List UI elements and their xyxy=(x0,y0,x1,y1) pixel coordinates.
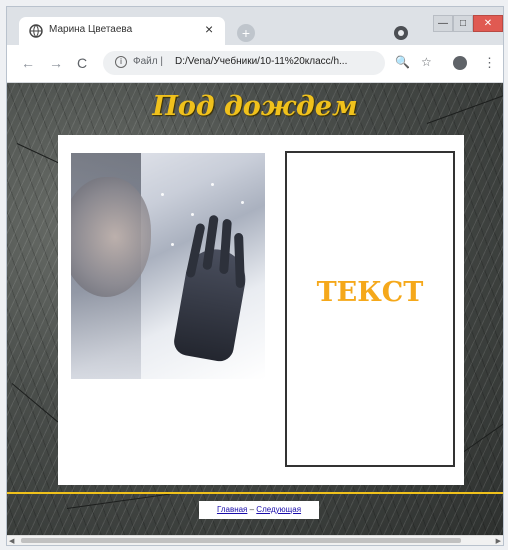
rain-drop xyxy=(211,183,214,186)
close-window-button[interactable]: ✕ xyxy=(473,15,503,32)
tab-title: Марина Цветаева xyxy=(49,24,133,35)
nav-separator: – xyxy=(247,505,257,514)
page-navigation: Главная – Следующая xyxy=(199,501,319,519)
scroll-left-icon[interactable]: ◀ xyxy=(9,537,14,545)
globe-icon xyxy=(29,24,43,38)
zoom-icon[interactable]: 🔍 xyxy=(395,55,410,69)
back-icon[interactable]: ← xyxy=(21,55,35,71)
forward-icon[interactable]: → xyxy=(49,55,63,71)
close-tab-icon[interactable]: × xyxy=(205,21,213,37)
background-crack xyxy=(66,492,176,509)
rain-drop xyxy=(191,213,194,216)
info-icon[interactable]: i xyxy=(115,56,127,68)
horizontal-scrollbar[interactable]: ◀ ▶ xyxy=(7,535,503,545)
extension-icon[interactable] xyxy=(394,26,408,40)
url-text[interactable]: D:/Vena/Учебники/10-11%20класс/h... xyxy=(175,56,375,67)
scrollbar-thumb[interactable] xyxy=(21,538,461,543)
address-bar[interactable]: i Файл | D:/Vena/Учебники/10-11%20класс/… xyxy=(103,51,385,75)
home-link[interactable]: Главная xyxy=(217,505,247,514)
rain-drop xyxy=(161,193,164,196)
rain-photo xyxy=(71,153,265,379)
url-scheme-label: Файл | xyxy=(133,56,163,67)
rain-drop xyxy=(171,243,174,246)
reload-icon[interactable]: C xyxy=(77,55,87,71)
content-panel: ТЕКСТ xyxy=(58,135,464,485)
text-panel: ТЕКСТ xyxy=(285,151,455,467)
page-viewport: Под дождем ТЕКСТ Главная – Следующая xyxy=(7,83,503,535)
background-crack xyxy=(11,383,59,423)
scroll-right-icon[interactable]: ▶ xyxy=(496,537,501,545)
browser-window: Марина Цветаева × + — □ ✕ ← → C i Файл |… xyxy=(0,0,508,550)
maximize-button[interactable]: □ xyxy=(453,15,473,32)
browser-tab[interactable]: Марина Цветаева × xyxy=(19,17,225,45)
bookmark-star-icon[interactable]: ☆ xyxy=(421,55,432,69)
photo-finger xyxy=(234,232,245,289)
divider-line xyxy=(7,492,503,494)
rain-drop xyxy=(241,201,244,204)
window-controls: — □ ✕ xyxy=(433,15,503,32)
minimize-button[interactable]: — xyxy=(433,15,453,32)
tab-strip: Марина Цветаева × + — □ ✕ xyxy=(7,7,503,45)
new-tab-button[interactable]: + xyxy=(237,24,255,42)
account-icon[interactable] xyxy=(453,56,467,70)
text-placeholder: ТЕКСТ xyxy=(316,277,424,308)
browser-toolbar: ← → C i Файл | D:/Vena/Учебники/10-11%20… xyxy=(7,45,503,83)
next-link[interactable]: Следующая xyxy=(256,505,301,514)
page-title: Под дождем xyxy=(152,91,358,122)
menu-icon[interactable]: ⋮ xyxy=(483,55,496,71)
